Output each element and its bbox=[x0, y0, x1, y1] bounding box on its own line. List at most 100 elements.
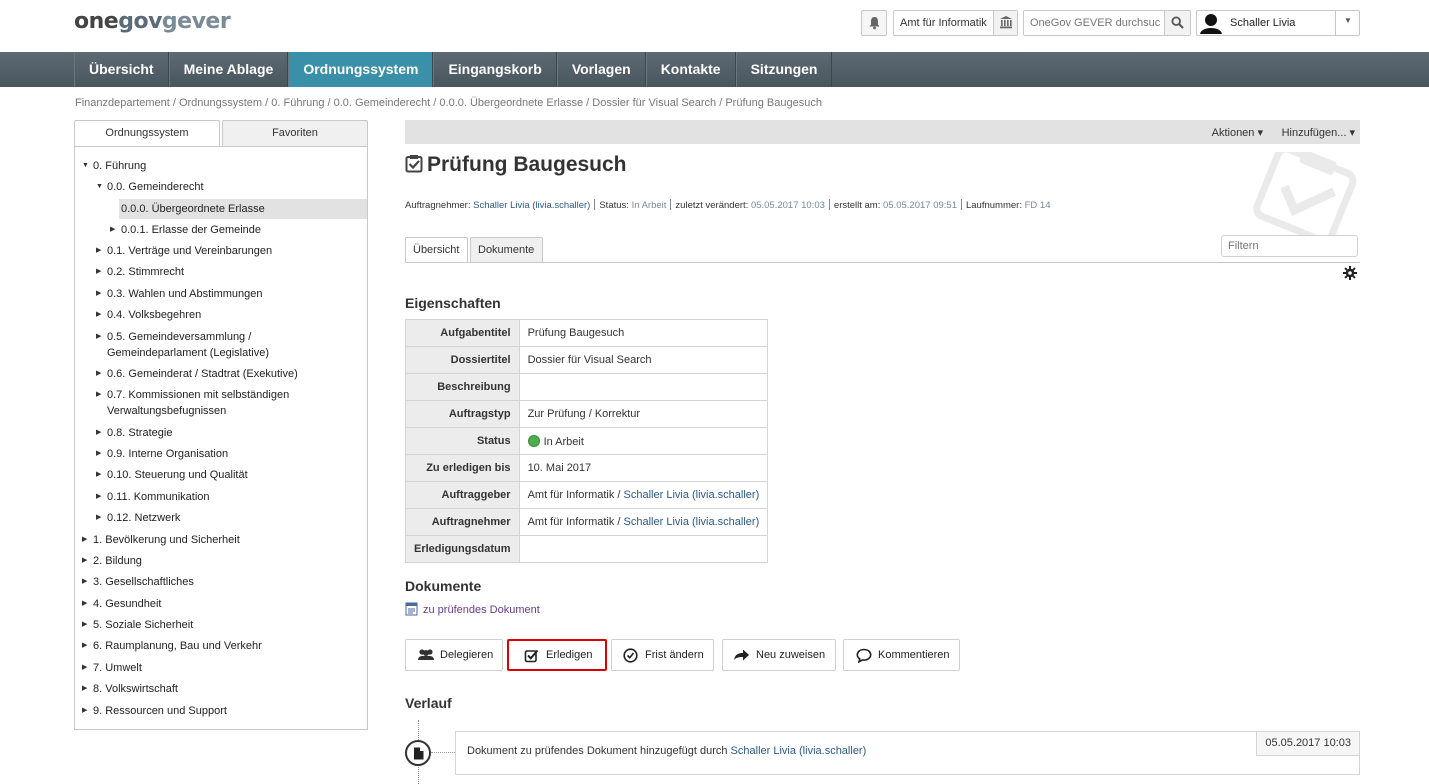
collapsed-arrow-icon: ▶ bbox=[82, 707, 88, 714]
nav-kontakte[interactable]: Kontakte bbox=[645, 52, 736, 87]
meta-assignee-link[interactable]: Schaller Livia (livia.schaller) bbox=[473, 200, 590, 211]
org-unit-button[interactable] bbox=[993, 11, 1017, 35]
tree-item[interactable]: ▶ 0.6. Gemeinderat / Stadtrat (Exekutive) bbox=[96, 366, 298, 382]
meta-label: Auftragnehmer: bbox=[405, 200, 471, 211]
tree-item[interactable]: ▼ 0. Führung bbox=[82, 158, 146, 174]
tree-item[interactable]: ▶ 0.4. Volksbegehren bbox=[96, 307, 201, 323]
tree-item-label: 0.2. Stimmrecht bbox=[107, 266, 185, 278]
tree-item-label: 1. Bevölkerung und Sicherheit bbox=[93, 534, 240, 546]
collapsed-arrow-icon: ▶ bbox=[96, 514, 102, 521]
tree-item[interactable]: ▶ 7. Umwelt bbox=[82, 660, 142, 676]
filter-input[interactable] bbox=[1221, 235, 1358, 257]
tree-item-label-line2: Gemeindeparlament (Legislative) bbox=[107, 347, 270, 359]
comment-button[interactable]: Kommentieren bbox=[843, 639, 960, 671]
document-icon bbox=[414, 747, 424, 760]
property-value: Prüfung Baugesuch bbox=[518, 319, 769, 347]
nav-eingangskorb[interactable]: Eingangskorb bbox=[433, 52, 557, 87]
nav-ordnungssystem[interactable]: Ordnungssystem bbox=[288, 52, 434, 87]
gear-icon[interactable] bbox=[1343, 266, 1357, 280]
collapsed-arrow-icon: ▶ bbox=[96, 493, 102, 500]
complete-button[interactable]: Erledigen bbox=[507, 639, 607, 671]
property-value: Zur Prüfung / Korrektur bbox=[518, 400, 769, 428]
expanded-arrow-icon: ▼ bbox=[96, 183, 103, 190]
table-row: Erledigungsdatum bbox=[405, 535, 769, 563]
tree-item[interactable]: ▶ 8. Volkswirtschaft bbox=[82, 681, 178, 697]
add-menu[interactable]: Hinzufügen... ▾ bbox=[1282, 126, 1355, 139]
onegovgever-logo[interactable]: onegovgever bbox=[74, 9, 231, 34]
status-icon bbox=[527, 434, 540, 447]
navigation-tree: ▼ 0. Führung ▼ 0.0. Gemeinderecht 0.0.0. Ü… bbox=[74, 146, 368, 730]
tree-item[interactable]: ▶ 4. Gesundheit bbox=[82, 596, 162, 612]
logo-part-gever: gever bbox=[161, 9, 231, 34]
page-title: Prüfung Baugesuch bbox=[405, 153, 627, 177]
reassign-button[interactable]: Neu zuweisen bbox=[722, 639, 836, 671]
tab-favoriten[interactable]: Favoriten bbox=[222, 120, 368, 147]
org-unit-selector[interactable]: Amt für Informatik bbox=[893, 10, 1018, 36]
user-menu[interactable]: Schaller Livia ▼ bbox=[1196, 10, 1360, 36]
tree-item-label: 0.6. Gemeinderat / Stadtrat (Exekutive) bbox=[107, 368, 298, 380]
tree-item[interactable]: ▼ 0.0. Gemeinderecht bbox=[96, 179, 204, 195]
tree-item[interactable]: ▶ 0.8. Strategie bbox=[96, 425, 172, 441]
tree-item[interactable]: ▶ 0.0.1. Erlasse der Gemeinde bbox=[110, 222, 261, 238]
tree-item[interactable]: ▶ 0.3. Wahlen und Abstimmungen bbox=[96, 286, 263, 302]
tab-uebersicht[interactable]: Übersicht bbox=[405, 237, 468, 263]
tree-item[interactable]: ▶ 0.11. Kommunikation bbox=[96, 489, 210, 505]
tree-item[interactable]: ▶ 3. Gesellschaftliches bbox=[82, 574, 194, 590]
tree-item[interactable]: ▶ 0.12. Netzwerk bbox=[96, 510, 180, 526]
nav-sitzungen[interactable]: Sitzungen bbox=[735, 52, 833, 87]
tab-dokumente[interactable]: Dokumente bbox=[470, 237, 543, 263]
tree-item[interactable]: ▶ 0.2. Stimmrecht bbox=[96, 264, 185, 280]
document-link[interactable]: zu prüfendes Dokument bbox=[405, 602, 540, 616]
breadcrumb[interactable]: Finanzdepartement / Ordnungssystem / 0. … bbox=[75, 97, 822, 109]
tree-item-label: 0.10. Steuerung und Qualität bbox=[107, 469, 248, 481]
collapsed-arrow-icon: ▶ bbox=[96, 333, 102, 340]
meta-label: zuletzt verändert: bbox=[675, 200, 749, 211]
user-name: Schaller Livia bbox=[1230, 17, 1296, 29]
tree-item[interactable]: ▶ 0.7. Kommissionen mit selbständigen Verw… bbox=[96, 387, 289, 419]
tree-item-label-line2: Verwaltungsbefugnissen bbox=[107, 405, 227, 417]
nav-meine-ablage[interactable]: Meine Ablage bbox=[168, 52, 289, 87]
tree-item[interactable]: ▶ 9. Ressourcen und Support bbox=[82, 703, 227, 719]
collapsed-arrow-icon: ▶ bbox=[96, 268, 102, 275]
nav-uebersicht[interactable]: Übersicht bbox=[74, 52, 169, 87]
user-link[interactable]: Schaller Livia (livia.schaller) bbox=[624, 489, 760, 501]
search-input[interactable] bbox=[1024, 11, 1164, 35]
nav-vorlagen[interactable]: Vorlagen bbox=[556, 52, 646, 87]
task-metadata: Auftragnehmer: Schaller Livia (livia.sch… bbox=[405, 199, 1050, 211]
table-row: Dossiertitel Dossier für Visual Search bbox=[405, 346, 769, 374]
chevron-down-icon: ▼ bbox=[1344, 16, 1352, 25]
tree-item-label: 7. Umwelt bbox=[93, 662, 142, 674]
history-user-link[interactable]: Schaller Livia (livia.schaller) bbox=[731, 745, 867, 757]
tree-item[interactable]: ▶ 0.10. Steuerung und Qualität bbox=[96, 467, 248, 483]
timeline-connector bbox=[431, 752, 455, 753]
property-key: Beschreibung bbox=[405, 373, 520, 401]
tree-item[interactable]: ▶ 0.9. Interne Organisation bbox=[96, 446, 228, 462]
properties-table: Aufgabentitel Prüfung Baugesuch Dossierti… bbox=[405, 319, 769, 563]
tree-item[interactable]: ▶ 0.5. Gemeindeversammlung / Gemeindeparla… bbox=[96, 329, 270, 361]
timeline-node bbox=[405, 740, 431, 766]
tree-item[interactable]: ▶ 0.1. Verträge und Vereinbarungen bbox=[96, 243, 272, 259]
tree-item-label: 0.3. Wahlen und Abstimmungen bbox=[107, 288, 263, 300]
tree-item[interactable]: ▶ 2. Bildung bbox=[82, 553, 142, 569]
tree-item[interactable]: ▶ 6. Raumplanung, Bau und Verkehr bbox=[82, 638, 262, 654]
delegate-button[interactable]: Delegieren bbox=[405, 639, 503, 671]
bank-icon bbox=[1000, 16, 1012, 29]
arrow-right-icon bbox=[734, 649, 749, 661]
tree-item-label: 2. Bildung bbox=[93, 555, 142, 567]
actions-bar: Aktionen ▾ Hinzufügen... ▾ bbox=[405, 120, 1360, 144]
users-icon bbox=[418, 649, 434, 660]
tab-ordnungssystem[interactable]: Ordnungssystem bbox=[74, 120, 220, 147]
tree-item-selected[interactable]: 0.0.0. Übergeordnete Erlasse bbox=[119, 199, 367, 219]
tree-item[interactable]: ▶ 1. Bevölkerung und Sicherheit bbox=[82, 532, 240, 548]
actions-menu[interactable]: Aktionen ▾ bbox=[1212, 126, 1263, 139]
notifications-button[interactable] bbox=[861, 10, 887, 36]
change-deadline-button[interactable]: Frist ändern bbox=[611, 639, 714, 671]
tree-item[interactable]: ▶ 5. Soziale Sicherheit bbox=[82, 617, 193, 633]
meta-separator bbox=[828, 199, 830, 210]
user-menu-dropdown[interactable]: ▼ bbox=[1335, 11, 1359, 35]
property-key: Aufgabentitel bbox=[405, 319, 520, 347]
search-button[interactable] bbox=[1164, 11, 1190, 35]
meta-number-value: FD 14 bbox=[1024, 200, 1051, 211]
meta-label: Status: bbox=[599, 200, 629, 211]
user-link[interactable]: Schaller Livia (livia.schaller) bbox=[624, 516, 760, 528]
